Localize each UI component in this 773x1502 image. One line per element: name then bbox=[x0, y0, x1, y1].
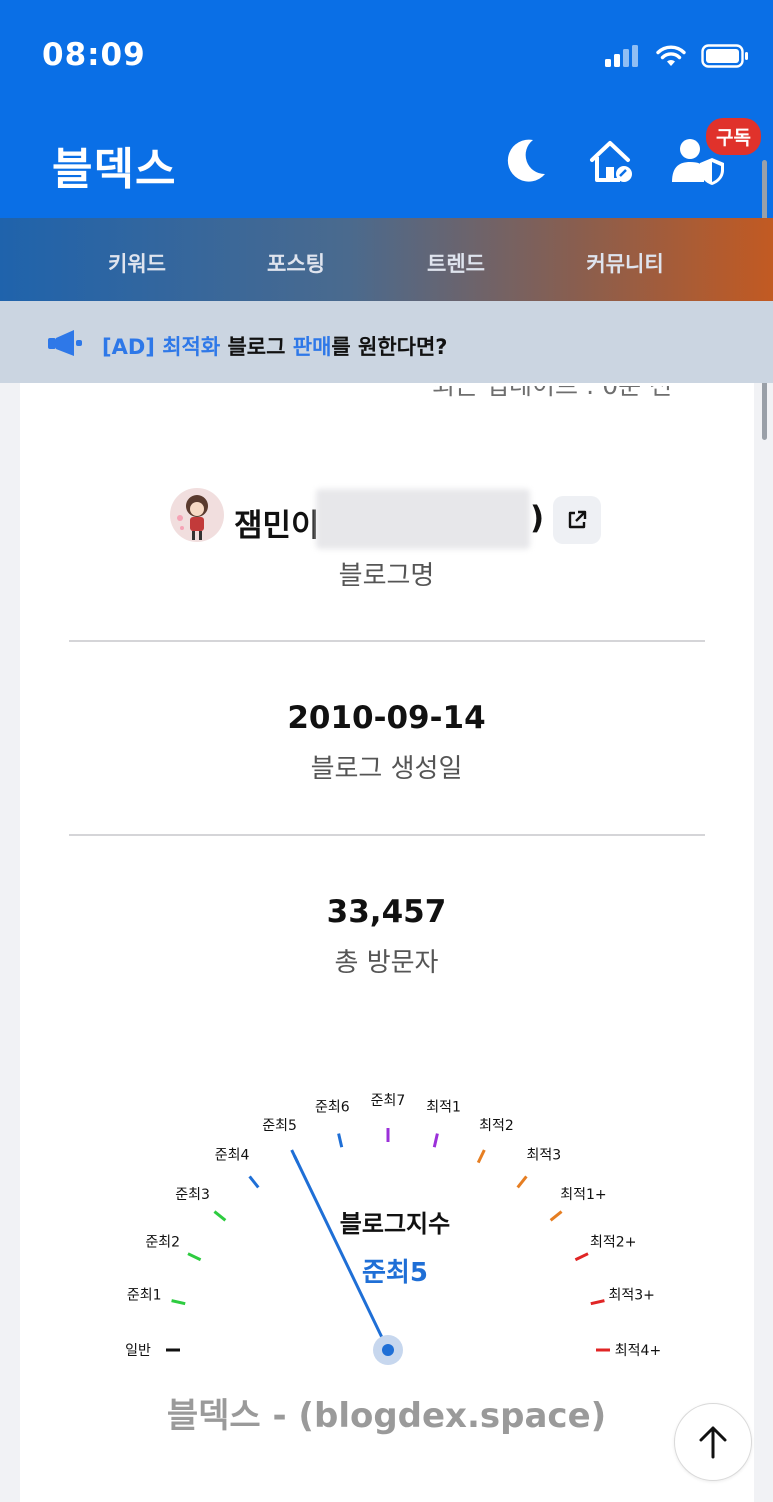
gauge-tick bbox=[516, 1175, 528, 1189]
gauge-level-label: 일반 bbox=[125, 1343, 151, 1359]
gauge-pivot-dot bbox=[382, 1344, 394, 1356]
ad-text[interactable]: [AD] 최적화 블로그 판매를 원한다면? bbox=[102, 331, 447, 361]
gauge-level-label: 준최2 bbox=[145, 1235, 180, 1251]
ad-banner[interactable]: [AD] 최적화 블로그 판매를 원한다면? bbox=[0, 301, 773, 383]
gauge-tick bbox=[574, 1252, 589, 1262]
blog-index-gauge: 일반 준최1 준최2 준최3 준최4 준최5 준최6 준최7 최적1 최적2 최적3 최적1+ 최적2+… bbox=[125, 1093, 661, 1365]
created-date: 2010-09-14 bbox=[287, 700, 486, 736]
avatar bbox=[170, 488, 224, 542]
moon-icon[interactable] bbox=[503, 136, 549, 186]
gauge-level-label: 최적1 bbox=[426, 1099, 461, 1115]
status-bar: 08:09 bbox=[0, 0, 773, 108]
cellular-signal-icon bbox=[605, 45, 638, 67]
external-link-icon bbox=[568, 510, 587, 529]
subscribe-badge[interactable]: 구독 bbox=[706, 118, 761, 155]
gauge-tick bbox=[476, 1149, 486, 1164]
status-icons bbox=[605, 44, 749, 68]
gauge-tick bbox=[432, 1133, 439, 1148]
divider bbox=[69, 640, 705, 642]
total-visitors-label: 총 방문자 bbox=[334, 948, 439, 978]
app-header: 블덱스 구독 bbox=[0, 108, 773, 218]
gauge-tick bbox=[590, 1299, 605, 1306]
total-visitors: 33,457 bbox=[326, 894, 447, 930]
tab-posting[interactable]: 포스팅 bbox=[216, 248, 376, 278]
gauge-tick bbox=[248, 1175, 260, 1189]
scroll-to-top-button[interactable] bbox=[674, 1403, 752, 1481]
megaphone-icon bbox=[48, 330, 82, 356]
gauge-level-label: 최적2 bbox=[479, 1118, 514, 1134]
gauge-level-label: 준최1 bbox=[127, 1287, 162, 1303]
brand-logo[interactable]: 블덱스 bbox=[52, 133, 176, 197]
gauge-level-label: 준최4 bbox=[215, 1148, 250, 1164]
gauge-needle bbox=[293, 1154, 390, 1352]
gauge-level-label: 준최6 bbox=[315, 1099, 350, 1115]
gauge-title: 블로그지수 bbox=[340, 1210, 450, 1238]
gauge-level-label: 최적2+ bbox=[590, 1235, 636, 1251]
gauge-level-label: 최적3 bbox=[527, 1148, 562, 1164]
gauge-level-label: 최적4+ bbox=[615, 1343, 661, 1359]
gauge-level-label: 최적1+ bbox=[560, 1187, 606, 1203]
tab-nav: 키워드 포스팅 트렌드 커뮤니티 bbox=[0, 218, 773, 301]
ad-prefix: [AD] 최적화 bbox=[102, 335, 221, 359]
gauge-tick bbox=[549, 1210, 563, 1222]
home-icon[interactable] bbox=[588, 136, 636, 186]
gauge-level-label: 준최7 bbox=[371, 1093, 406, 1109]
gauge-tick bbox=[337, 1133, 344, 1148]
blurred-blog-id bbox=[316, 489, 530, 549]
external-link-button[interactable] bbox=[553, 496, 601, 544]
gauge-tick bbox=[171, 1299, 186, 1306]
divider bbox=[69, 834, 705, 836]
footer-brand: 블덱스 - (blogdex.space) bbox=[166, 1396, 607, 1436]
tab-keyword[interactable]: 키워드 bbox=[57, 248, 217, 278]
gauge-tick bbox=[213, 1210, 227, 1222]
wifi-icon bbox=[656, 45, 686, 66]
ad-mid: 블로그 bbox=[220, 335, 293, 359]
gauge-level-label: 준최3 bbox=[175, 1187, 210, 1203]
status-time: 08:09 bbox=[42, 37, 146, 73]
created-date-label: 블로그 생성일 bbox=[310, 754, 463, 784]
gauge-tick bbox=[187, 1252, 202, 1262]
ad-suffix: 를 원한다면? bbox=[331, 335, 448, 359]
gauge-level-label: 최적3+ bbox=[609, 1287, 655, 1303]
tab-community[interactable]: 커뮤니티 bbox=[545, 248, 705, 278]
blog-name: 잼민이 bbox=[234, 508, 320, 544]
battery-icon bbox=[701, 44, 748, 68]
arrow-up-icon bbox=[699, 1426, 727, 1459]
tab-trend[interactable]: 트렌드 bbox=[376, 248, 536, 278]
blog-name-suffix: ) bbox=[530, 500, 545, 536]
blog-name-label: 블로그명 bbox=[338, 561, 435, 591]
ad-highlight: 판매 bbox=[292, 335, 332, 359]
gauge-level-label: 준최5 bbox=[262, 1118, 297, 1134]
gauge-value: 준최5 bbox=[362, 1258, 428, 1288]
